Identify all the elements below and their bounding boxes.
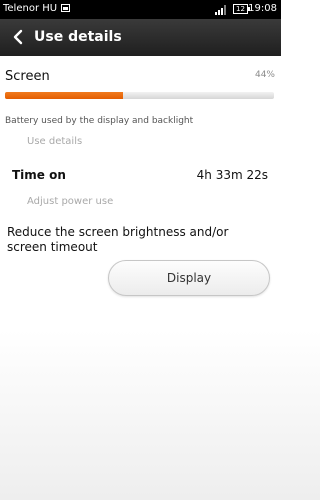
carrier-name: Telenor HU <box>3 3 58 14</box>
usage-percent: 44% <box>254 70 275 80</box>
adjust-power-use-link[interactable]: Adjust power use <box>27 196 113 207</box>
time-on-label: Time on <box>12 168 66 182</box>
signal-icon <box>215 5 229 15</box>
usage-item-label: Screen <box>5 69 50 84</box>
title-bar: Use details <box>0 19 281 56</box>
status-bar: Telenor HU 12 19:08 <box>0 0 281 19</box>
use-details-link[interactable]: Use details <box>27 136 82 147</box>
chevron-left-icon[interactable] <box>10 28 28 46</box>
display-button[interactable]: Display <box>108 260 270 296</box>
suggestion-text: Reduce the screen brightness and/or scre… <box>7 225 229 254</box>
usage-progress-bar <box>5 92 274 99</box>
usage-description: Battery used by the display and backligh… <box>5 116 194 126</box>
usage-progress-fill <box>5 92 124 99</box>
battery-icon: 12 <box>233 4 250 14</box>
image-notification-icon <box>61 4 70 12</box>
clock: 19:08 <box>248 3 277 14</box>
time-on-value: 4h 33m 22s <box>196 168 268 182</box>
page-title: Use details <box>34 29 122 45</box>
